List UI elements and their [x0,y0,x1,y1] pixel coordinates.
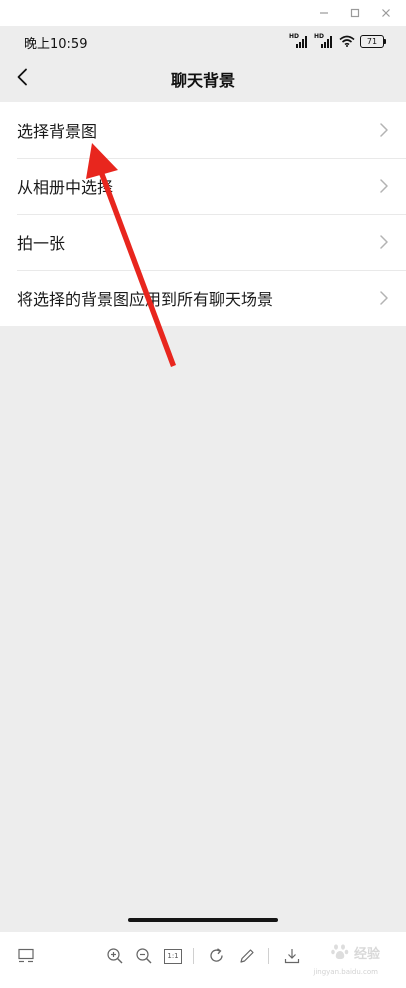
chevron-right-icon [380,179,388,193]
actual-size-label: 1:1 [164,948,182,964]
toolbar-divider [193,948,194,964]
menu-item-choose-from-album[interactable]: 从相册中选择 [0,158,406,214]
zoom-in-icon [107,948,123,964]
watermark-url: jingyan.baidu.com [313,968,378,976]
baidu-paw-icon [331,944,349,960]
status-bar: 晚上10:59 HD HD 71 [0,26,406,56]
status-icons: HD HD 71 [289,32,386,50]
menu-item-label: 从相册中选择 [17,178,114,197]
navigation-bar: 聊天背景 [0,56,406,100]
menu-item-label: 拍一张 [17,234,66,253]
edit-button[interactable] [235,944,259,968]
wifi-icon [339,35,355,47]
watermark-text: 经验 [353,946,380,962]
pencil-icon [240,949,254,963]
rotate-icon [210,948,223,962]
menu-item-label: 选择背景图 [17,122,98,141]
status-time: 晚上10:59 [24,37,88,52]
thumbnail-icon [18,948,34,963]
chevron-right-icon [380,235,388,249]
zoom-out-icon [136,948,152,964]
actual-size-button[interactable]: 1:1 [161,944,185,968]
zoom-in-button[interactable] [103,944,127,968]
menu-item-apply-to-all-chats[interactable]: 将选择的背景图应用到所有聊天场景 [0,270,406,326]
phone-screenshot: 晚上10:59 HD HD 71 聊天背景 选择背景图 从相册中选择 拍一张 将… [0,26,406,932]
toolbar-divider [268,948,269,964]
minimize-button[interactable] [315,4,333,22]
image-viewer-window: 晚上10:59 HD HD 71 聊天背景 选择背景图 从相册中选择 拍一张 将… [0,0,406,988]
menu-item-label: 将选择的背景图应用到所有聊天场景 [17,290,274,309]
watermark: 经验 [330,942,380,962]
battery-icon: 71 [360,34,386,48]
zoom-out-button[interactable] [132,944,156,968]
menu-item-take-photo[interactable]: 拍一张 [0,214,406,270]
maximize-button[interactable] [346,4,364,22]
chevron-right-icon [380,291,388,305]
close-button[interactable] [377,4,395,22]
download-button[interactable] [280,944,304,968]
signal-icon: HD [289,33,309,48]
viewer-title-bar [0,0,406,26]
rotate-button[interactable] [205,944,229,968]
signal-icon: HD [314,33,334,48]
thumbnail-toggle-button[interactable] [14,944,38,968]
page-title: 聊天背景 [170,71,235,90]
download-icon [284,949,300,964]
battery-level: 71 [366,36,378,46]
background-options-list: 选择背景图 从相册中选择 拍一张 将选择的背景图应用到所有聊天场景 [0,102,406,326]
menu-item-select-background[interactable]: 选择背景图 [0,102,406,158]
home-gesture-bar [128,918,278,922]
chevron-right-icon [380,123,388,137]
viewer-toolbar: 1:1 经验 jingyan.baidu.com [0,932,406,988]
